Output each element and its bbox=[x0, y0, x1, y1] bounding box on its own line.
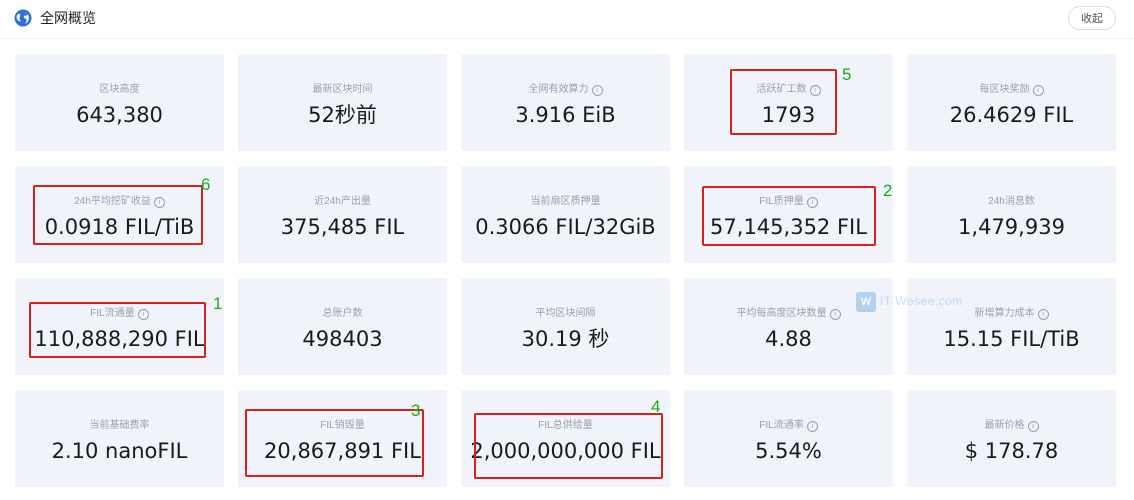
annotation-number: 5 bbox=[842, 65, 852, 84]
globe-icon bbox=[14, 9, 32, 27]
stat-value: 643,380 bbox=[76, 103, 163, 127]
stat-card: 总账户数 498403 bbox=[238, 278, 447, 375]
collapse-button[interactable]: 收起 bbox=[1068, 6, 1116, 30]
stat-value: 498403 bbox=[302, 327, 383, 351]
stat-value: 26.4629 FIL bbox=[949, 103, 1074, 127]
stat-label-text: 全网有效算力 bbox=[528, 84, 589, 95]
stat-label: 最新价格 i bbox=[907, 420, 1116, 432]
annotation-number: 2 bbox=[883, 181, 893, 200]
stat-label-text: 平均区块间隔 bbox=[535, 308, 596, 319]
stat-label: 每区块奖励 i bbox=[907, 84, 1116, 96]
stat-value: 3.916 EiB bbox=[515, 103, 616, 127]
stat-label: 当前扇区质押量 bbox=[461, 196, 670, 208]
stat-card: 最新价格 i $ 178.78 bbox=[907, 390, 1116, 487]
stat-card: 全网有效算力 i 3.916 EiB bbox=[461, 54, 670, 151]
highlight-box bbox=[33, 185, 203, 245]
stat-label: 最新区块时间 bbox=[238, 84, 447, 96]
stat-card: 区块高度 643,380 bbox=[15, 54, 224, 151]
page-title: 全网概览 bbox=[40, 10, 96, 26]
annotation-number: 3 bbox=[411, 401, 421, 420]
stat-label-text: 最新区块时间 bbox=[312, 84, 373, 95]
stat-label-text: 近24h产出量 bbox=[314, 196, 371, 207]
watermark-badge: W bbox=[856, 292, 876, 312]
stat-value: 15.15 FIL/TiB bbox=[943, 327, 1080, 351]
stat-label-text: 区块高度 bbox=[99, 84, 140, 95]
info-icon[interactable]: i bbox=[1032, 85, 1044, 96]
stat-card: 24h消息数 1,479,939 bbox=[907, 166, 1116, 263]
stat-label-text: 24h消息数 bbox=[988, 196, 1035, 207]
stat-card: 每区块奖励 i 26.4629 FIL bbox=[907, 54, 1116, 151]
info-icon[interactable]: i bbox=[1027, 421, 1039, 432]
highlight-box bbox=[29, 302, 206, 358]
stat-card: FIL流通率 i 5.54% bbox=[684, 390, 893, 487]
stat-card: 当前扇区质押量 0.3066 FIL/32GiB bbox=[461, 166, 670, 263]
highlight-box bbox=[474, 413, 663, 479]
stat-value: 30.19 秒 bbox=[521, 327, 610, 351]
stat-value: 1,479,939 bbox=[958, 215, 1065, 239]
stat-label-text: 平均每高度区块数量 bbox=[736, 308, 827, 319]
stat-card: 平均区块间隔 30.19 秒 bbox=[461, 278, 670, 375]
stat-card: 最新区块时间 52秒前 bbox=[238, 54, 447, 151]
info-icon[interactable]: i bbox=[829, 309, 841, 320]
stat-label-text: 当前基础费率 bbox=[89, 420, 150, 431]
stat-label: 全网有效算力 i bbox=[461, 84, 670, 96]
watermark: W IT Wesee.com bbox=[856, 292, 986, 314]
stat-value: $ 178.78 bbox=[964, 439, 1059, 463]
highlight-box bbox=[245, 409, 424, 477]
highlight-box bbox=[702, 186, 876, 246]
stat-label-text: 每区块奖励 bbox=[979, 84, 1030, 95]
stat-label: 近24h产出量 bbox=[238, 196, 447, 208]
stat-label: 24h消息数 bbox=[907, 196, 1116, 208]
stat-label-text: 当前扇区质押量 bbox=[530, 196, 601, 207]
stat-label-text: 总账户数 bbox=[322, 308, 363, 319]
header-bar: 全网概览 收起 bbox=[0, 0, 1134, 39]
stat-value: 5.54% bbox=[755, 439, 822, 463]
stat-value: 0.3066 FIL/32GiB bbox=[475, 215, 656, 239]
stat-value: 4.88 bbox=[765, 327, 812, 351]
stat-value: 375,485 FIL bbox=[280, 215, 405, 239]
stat-label: 总账户数 bbox=[238, 308, 447, 320]
stat-label: 平均区块间隔 bbox=[461, 308, 670, 320]
stat-card: 当前基础费率 2.10 nanoFIL bbox=[15, 390, 224, 487]
stat-label: 区块高度 bbox=[15, 84, 224, 96]
stat-label-text: FIL流通率 bbox=[759, 420, 804, 431]
stat-label-text: 最新价格 bbox=[984, 420, 1025, 431]
stat-label: 当前基础费率 bbox=[15, 420, 224, 432]
annotation-number: 6 bbox=[201, 175, 211, 194]
annotation-number: 4 bbox=[651, 397, 661, 416]
stat-value: 52秒前 bbox=[308, 103, 377, 127]
info-icon[interactable]: i bbox=[806, 421, 818, 432]
watermark-text: IT Wesee.com bbox=[880, 294, 963, 308]
info-icon[interactable]: i bbox=[591, 85, 603, 96]
stat-card: 近24h产出量 375,485 FIL bbox=[238, 166, 447, 263]
annotation-number: 1 bbox=[213, 294, 223, 313]
info-icon[interactable]: i bbox=[1037, 309, 1049, 320]
stat-label: FIL流通率 i bbox=[684, 420, 893, 432]
highlight-box bbox=[730, 69, 837, 135]
stat-value: 2.10 nanoFIL bbox=[51, 439, 188, 463]
